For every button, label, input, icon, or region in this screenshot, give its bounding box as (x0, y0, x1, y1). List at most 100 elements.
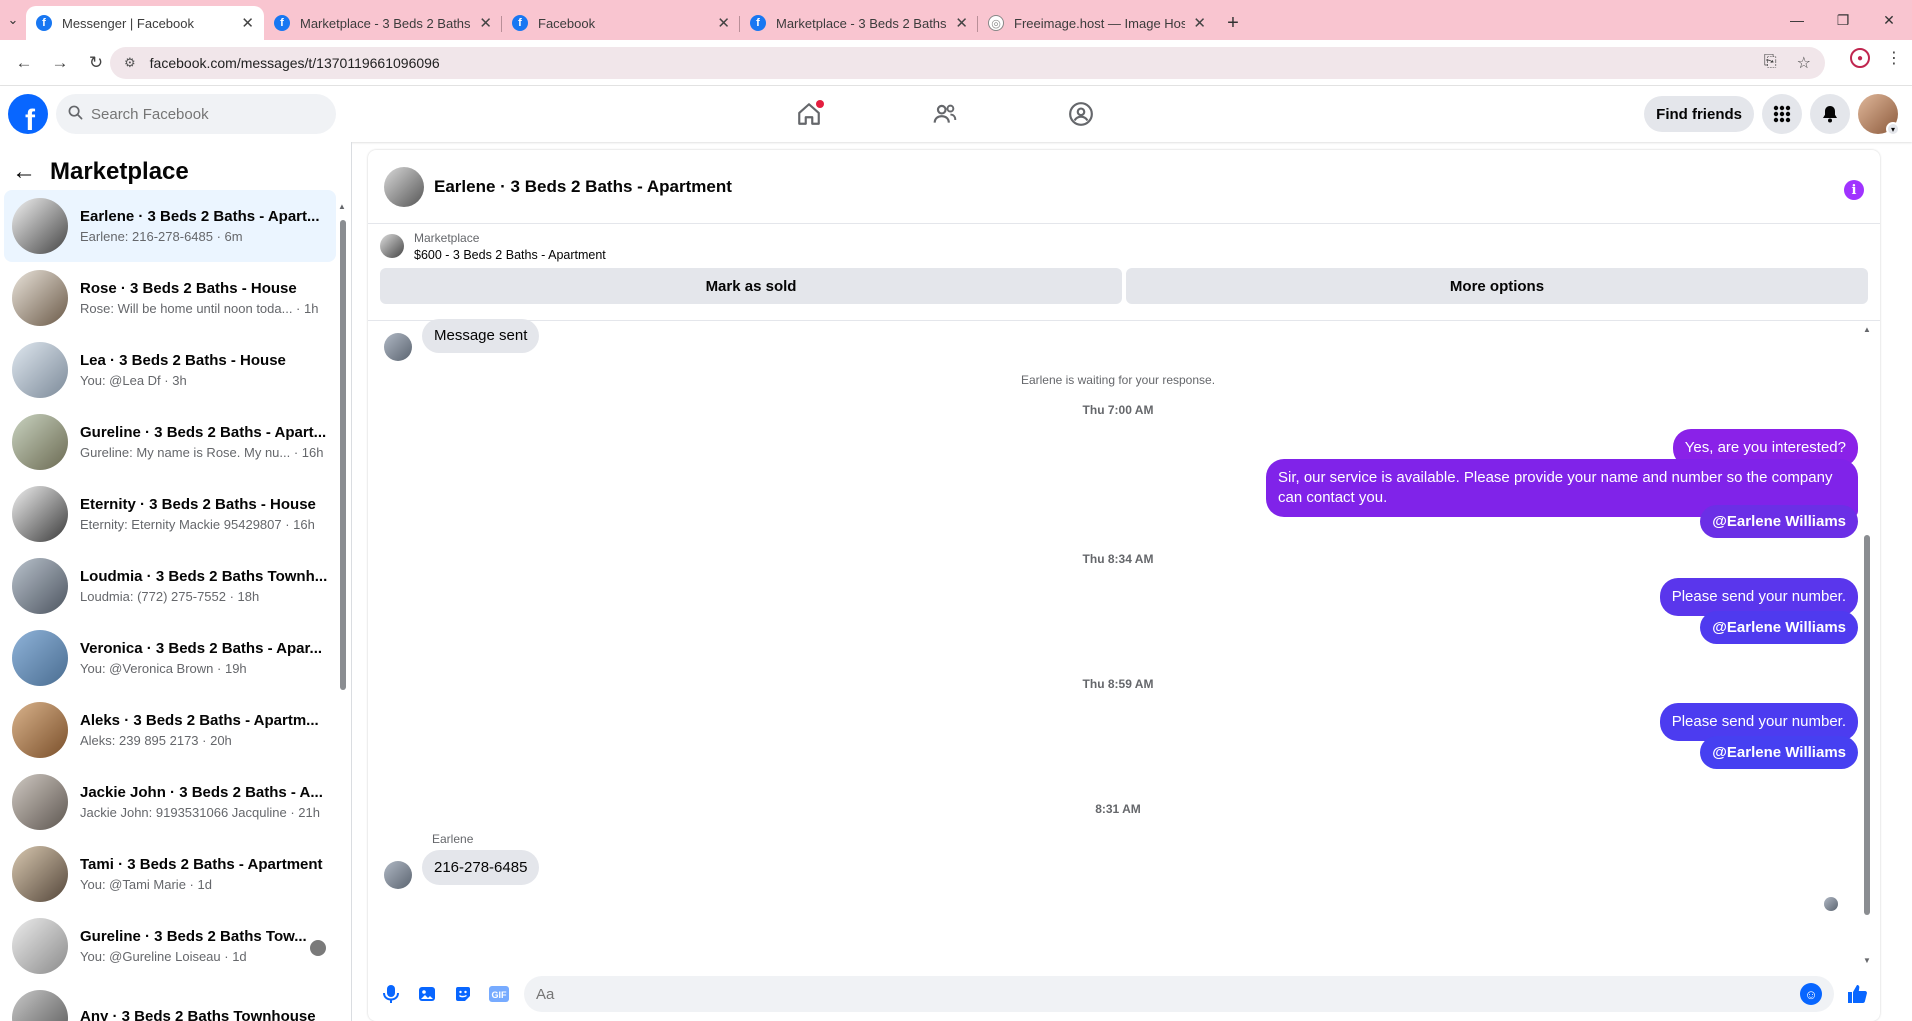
emoji-icon[interactable]: ☺ (1800, 983, 1822, 1005)
photo-icon[interactable] (414, 981, 440, 1007)
incoming-message[interactable]: 216-278-6485 (422, 850, 540, 885)
conversation-item[interactable]: Gureline · 3 Beds 2 Baths Tow... You: @Gu… (4, 910, 336, 982)
facebook-logo-icon[interactable]: f (8, 94, 48, 134)
listing-small-thumbnail (380, 234, 404, 258)
conversation-name: Any · 3 Beds 2 Baths Townhouse (80, 1007, 316, 1021)
browser-profile-icon[interactable]: ● (1850, 48, 1870, 68)
marketplace-conversation-panel: ← Marketplace ▲ Earlene · 3 Beds 2 Baths… (0, 142, 352, 1021)
site-settings-icon[interactable]: ⚙ (124, 55, 136, 71)
listing-thumbnail (12, 342, 68, 398)
conversation-item[interactable]: Lea · 3 Beds 2 Baths - House You: @Lea Df… (4, 334, 336, 406)
conversation-item[interactable]: Eternity · 3 Beds 2 Baths - House Eternit… (4, 478, 336, 550)
gif-icon[interactable]: GIF (486, 981, 512, 1007)
home-nav-button[interactable] (754, 86, 864, 142)
info-icon[interactable]: i (1844, 180, 1864, 200)
restore-icon[interactable]: ❐ (1820, 0, 1866, 40)
home-notification-dot (816, 100, 824, 108)
conversation-item[interactable]: Gureline · 3 Beds 2 Baths - Apart... Gure… (4, 406, 336, 478)
conversation-name: Tami · 3 Beds 2 Baths - Apartment (80, 856, 323, 873)
tab-search-chevron-icon[interactable]: ⌄ (0, 0, 26, 40)
new-tab-button[interactable]: + (1216, 6, 1250, 40)
conversation-name: Eternity · 3 Beds 2 Baths - House (80, 496, 316, 513)
earlene-avatar[interactable] (384, 861, 412, 889)
seen-indicator-avatar (1824, 897, 1838, 911)
friends-nav-button[interactable] (890, 86, 1000, 142)
search-input[interactable] (91, 105, 311, 123)
sticker-icon[interactable] (450, 981, 476, 1007)
listing-thumbnail[interactable] (384, 166, 424, 207)
tab-close-icon[interactable]: ✕ (241, 14, 254, 32)
groups-nav-button[interactable] (1026, 86, 1136, 142)
conversation-item[interactable]: Aleks · 3 Beds 2 Baths - Apartm... Aleks:… (4, 694, 336, 766)
back-arrow-icon[interactable]: ← (6, 45, 42, 81)
listing-thumbnail (12, 486, 68, 542)
close-window-icon[interactable]: ✕ (1866, 0, 1912, 40)
microphone-icon[interactable] (378, 981, 404, 1007)
conversation-item[interactable]: Loudmia · 3 Beds 2 Baths Townh... Loudmia… (4, 550, 336, 622)
forward-arrow-icon[interactable]: → (42, 45, 78, 81)
mention-tag[interactable]: @Earlene Williams (1700, 736, 1858, 769)
conversation-item[interactable]: Earlene · 3 Beds 2 Baths - Apart... Earle… (4, 190, 336, 262)
back-arrow-icon[interactable]: ← (12, 158, 36, 186)
conversation-name: Gureline · 3 Beds 2 Baths Tow... (80, 928, 307, 945)
facebook-icon: f (750, 15, 766, 31)
earlene-avatar[interactable] (384, 333, 412, 361)
mention-tag[interactable]: @Earlene Williams (1700, 505, 1858, 538)
conversation-snippet: Rose: Will be home until noon toda... · … (80, 301, 319, 316)
scroll-up-icon[interactable]: ▲ (1863, 325, 1871, 334)
install-app-icon[interactable]: ⎘ (1764, 53, 1777, 73)
conversation-snippet: Earlene: 216-278-6485 · 6m (80, 229, 243, 244)
scrollbar-thumb[interactable] (1864, 535, 1870, 915)
tab-close-icon[interactable]: ✕ (479, 14, 492, 32)
message-input-box[interactable]: ☺ (524, 976, 1834, 1012)
browser-tab[interactable]: f Facebook ✕ (502, 6, 740, 40)
thread-scrollbar[interactable]: ▲ ▼ (1862, 325, 1872, 965)
chat-title[interactable]: Earlene · 3 Beds 2 Baths - Apartment (434, 177, 732, 197)
conversation-name: Loudmia · 3 Beds 2 Baths Townh... (80, 568, 328, 585)
thumbs-up-icon[interactable] (1844, 981, 1870, 1007)
menu-grid-button[interactable] (1762, 94, 1802, 134)
reload-icon[interactable]: ↻ (78, 45, 114, 81)
friends-icon (933, 104, 957, 123)
tab-close-icon[interactable]: ✕ (717, 14, 730, 32)
conversation-item[interactable]: Jackie John · 3 Beds 2 Baths - A... Jacki… (4, 766, 336, 838)
account-avatar[interactable]: ▾ (1858, 94, 1900, 136)
listing-thumbnail (12, 414, 68, 470)
svg-text:GIF: GIF (492, 990, 508, 1000)
mark-as-sold-button[interactable]: Mark as sold (380, 268, 1122, 304)
facebook-header: f Find friends ▾ (0, 86, 1912, 142)
more-options-button[interactable]: More options (1126, 268, 1868, 304)
conversation-snippet: You: @Lea Df · 3h (80, 373, 187, 388)
marketplace-listing-bar[interactable]: Marketplace $600 - 3 Beds 2 Baths - Apar… (368, 224, 1880, 268)
conversation-name: Aleks · 3 Beds 2 Baths - Apartm... (80, 712, 319, 729)
search-box[interactable] (56, 94, 336, 134)
notifications-button[interactable] (1810, 94, 1850, 134)
tab-close-icon[interactable]: ✕ (955, 14, 968, 32)
conversation-name: Rose · 3 Beds 2 Baths - House (80, 280, 297, 297)
browser-tab[interactable]: f Marketplace - 3 Beds 2 Baths - ✕ (264, 6, 502, 40)
browser-tab[interactable]: f Messenger | Facebook ✕ (26, 6, 264, 40)
conversation-name: Gureline · 3 Beds 2 Baths - Apart... (80, 424, 327, 441)
scroll-down-icon[interactable]: ▼ (1863, 956, 1871, 965)
browser-tab[interactable]: ◎ Freeimage.host — Image Hostir ✕ (978, 6, 1216, 40)
conversation-item[interactable]: Veronica · 3 Beds 2 Baths - Apar... You: … (4, 622, 336, 694)
timestamp: Thu 8:34 AM (1082, 552, 1154, 566)
message-input[interactable] (536, 985, 1800, 1003)
browser-menu-icon[interactable]: ⋮ (1886, 48, 1902, 68)
bell-icon (1823, 106, 1837, 123)
message-thread: ▲ ▼ Message sent Earlene is waiting for … (368, 319, 1880, 966)
scrollbar-thumb[interactable] (340, 220, 346, 690)
minimize-icon[interactable]: — (1774, 0, 1820, 40)
find-friends-button[interactable]: Find friends (1644, 96, 1754, 132)
conversation-item[interactable]: Tami · 3 Beds 2 Baths - Apartment You: @T… (4, 838, 336, 910)
listing-thumbnail (12, 702, 68, 758)
incoming-message[interactable]: Message sent (422, 319, 540, 353)
conversation-item[interactable]: Any · 3 Beds 2 Baths Townhouse (4, 982, 336, 1021)
tab-close-icon[interactable]: ✕ (1193, 14, 1206, 32)
bookmark-star-icon[interactable]: ☆ (1797, 53, 1811, 73)
browser-tab[interactable]: f Marketplace - 3 Beds 2 Baths - ✕ (740, 6, 978, 40)
url-text[interactable]: facebook.com/messages/t/1370119661096096 (150, 55, 1764, 71)
omnibox[interactable]: ⚙ facebook.com/messages/t/13701196610960… (110, 47, 1825, 79)
conversation-item[interactable]: Rose · 3 Beds 2 Baths - House Rose: Will … (4, 262, 336, 334)
mention-tag[interactable]: @Earlene Williams (1700, 611, 1858, 644)
